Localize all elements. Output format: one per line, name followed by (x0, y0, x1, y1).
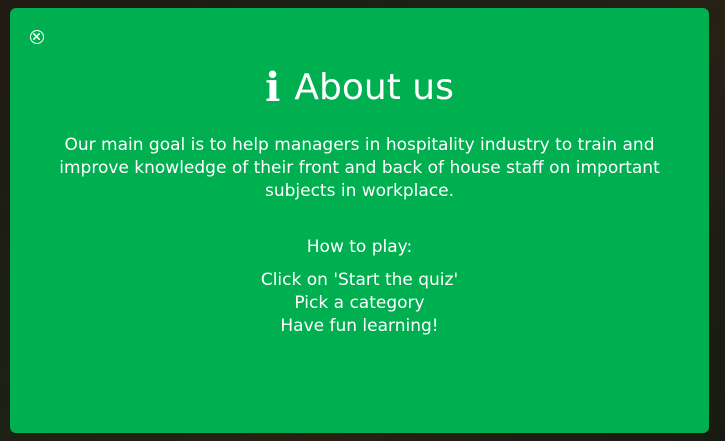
step-item: Click on 'Start the quiz' (260, 270, 459, 290)
step-item: Pick a category (294, 293, 425, 313)
info-icon: i (265, 64, 281, 111)
how-to-play-heading: How to play: (306, 237, 413, 257)
title-row: i About us (10, 68, 709, 108)
about-description: Our main goal is to help managers in hos… (59, 135, 660, 201)
close-icon[interactable] (30, 30, 44, 44)
close-x-glyph (33, 33, 40, 40)
modal-title: About us (294, 67, 454, 108)
about-modal: i About us Our main goal is to help mana… (10, 8, 709, 433)
how-to-play-steps: Click on 'Start the quiz' Pick a categor… (10, 269, 709, 338)
step-item: Have fun learning! (280, 316, 439, 336)
